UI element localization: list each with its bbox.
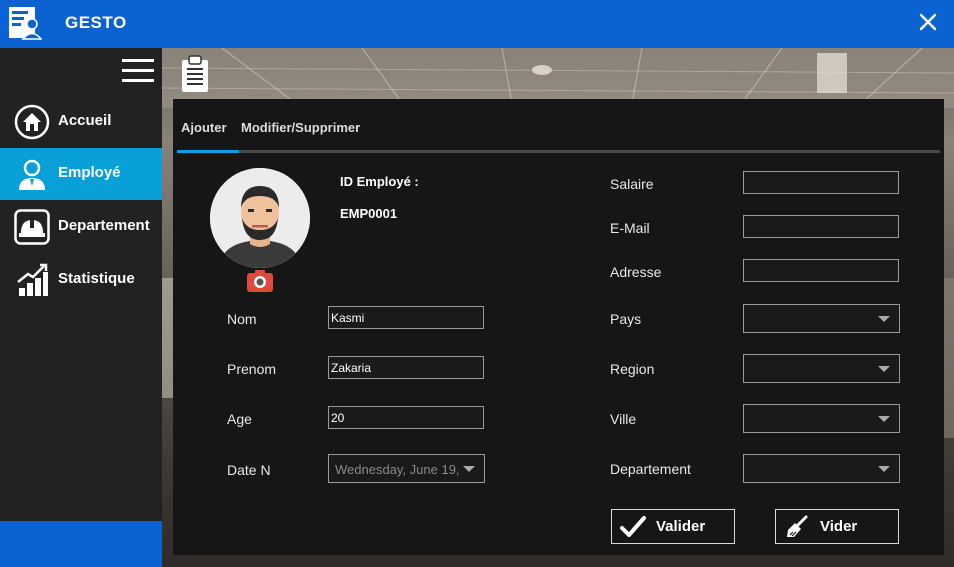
date-picker-value: Wednesday, June 19, 2019 (335, 462, 463, 477)
hamburger-menu-icon[interactable] (122, 59, 154, 83)
user-avatar-icon (210, 168, 310, 268)
chevron-down-icon (878, 366, 890, 372)
sidebar-item-employe[interactable]: Employé (0, 148, 162, 200)
prenom-label: Prenom (227, 361, 277, 377)
chevron-down-icon (878, 316, 890, 322)
clipboard-icon[interactable] (180, 55, 210, 93)
departement-select[interactable] (743, 454, 900, 483)
nom-label: Nom (227, 311, 257, 327)
sidebar-item-accueil[interactable]: Accueil (0, 96, 162, 148)
nom-field[interactable] (328, 306, 484, 329)
vider-button-label: Vider (820, 518, 858, 535)
sidebar-item-label: Employé (58, 164, 121, 181)
sidebar-item-departement[interactable]: Departement (0, 201, 162, 253)
sidebar-item-label: Departement (58, 217, 150, 234)
pays-label: Pays (610, 311, 642, 327)
title-bar: GESTO (0, 0, 954, 48)
salaire-field[interactable] (743, 171, 899, 194)
sidebar-item-label: Statistique (58, 270, 135, 287)
valider-button[interactable]: Valider (611, 509, 735, 544)
chevron-down-icon (878, 466, 890, 472)
ville-select[interactable] (743, 404, 900, 433)
tab-ajouter[interactable]: Ajouter (181, 120, 227, 135)
age-field[interactable] (328, 406, 484, 429)
close-icon[interactable] (916, 10, 940, 34)
avatar (210, 168, 310, 268)
departement-label: Departement (610, 461, 691, 477)
date-label: Date N (227, 462, 271, 478)
date-picker[interactable]: Wednesday, June 19, 2019 (328, 454, 485, 483)
tab-divider (177, 150, 940, 153)
email-field[interactable] (743, 215, 899, 238)
sidebar-footer (0, 521, 162, 567)
sidebar-item-label: Accueil (58, 112, 112, 129)
active-tab-indicator (177, 150, 239, 153)
pays-select[interactable] (743, 304, 900, 333)
salaire-label: Salaire (610, 176, 654, 192)
adresse-field[interactable] (743, 259, 899, 282)
app-title: GESTO (65, 13, 127, 32)
age-label: Age (227, 411, 252, 427)
ville-label: Ville (610, 411, 637, 427)
broom-icon (787, 515, 808, 537)
chevron-down-icon (463, 466, 475, 472)
prenom-field[interactable] (328, 356, 484, 379)
vider-button[interactable]: Vider (775, 509, 899, 544)
chart-icon (17, 263, 48, 296)
helmet-icon (14, 209, 50, 245)
email-label: E-Mail (610, 220, 650, 236)
tab-modifier-supprimer[interactable]: Modifier/Supprimer (241, 120, 360, 135)
checkmark-icon (620, 516, 646, 537)
home-icon (14, 104, 50, 140)
region-select[interactable] (743, 354, 900, 383)
camera-icon[interactable] (246, 269, 274, 293)
chevron-down-icon (878, 416, 890, 422)
app-logo-icon (9, 7, 42, 40)
valider-button-label: Valider (656, 518, 706, 535)
employee-id-value: EMP0001 (340, 206, 398, 221)
adresse-label: Adresse (610, 264, 662, 280)
employee-id-label: ID Employé : (340, 174, 419, 189)
region-label: Region (610, 361, 655, 377)
sidebar-item-statistique[interactable]: Statistique (0, 254, 162, 306)
employee-icon (19, 159, 45, 190)
